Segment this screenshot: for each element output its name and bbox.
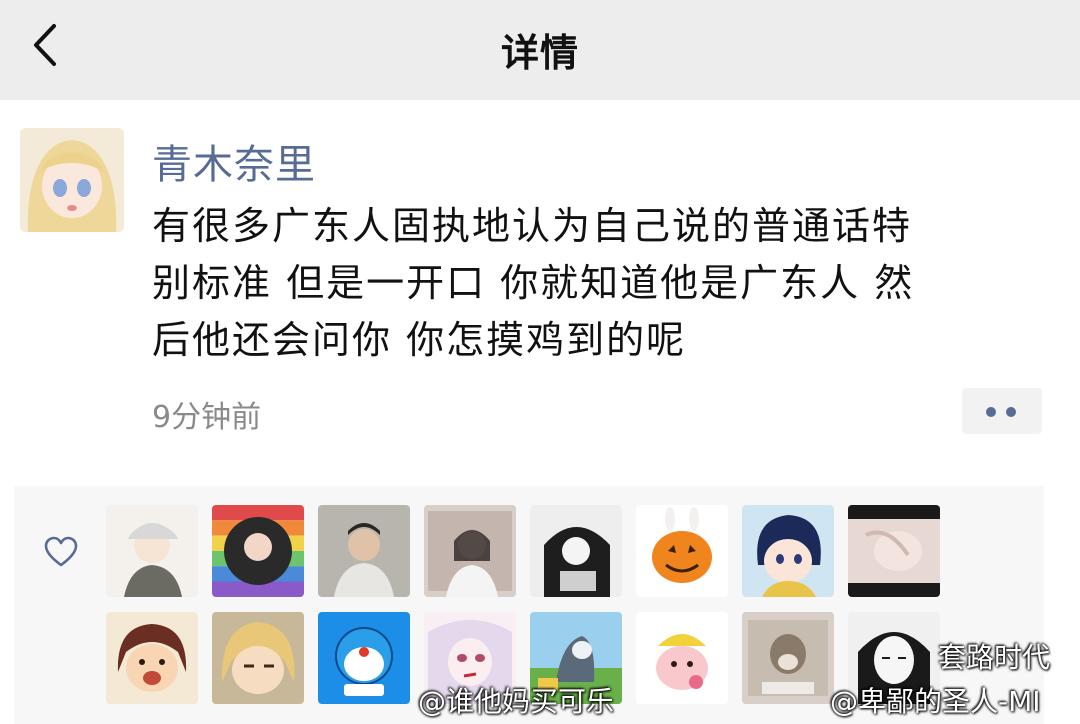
- liker-avatar[interactable]: [742, 612, 834, 704]
- liker-avatar[interactable]: [106, 612, 198, 704]
- watermark-brand: 套路时代: [938, 641, 1051, 674]
- heart-icon: [44, 536, 78, 567]
- watermark-right: @卑鄙的圣人-MI: [830, 685, 1041, 718]
- dot-icon: [986, 407, 996, 417]
- more-button[interactable]: [962, 388, 1042, 434]
- liker-avatar[interactable]: [318, 612, 410, 704]
- username[interactable]: 青木奈里: [152, 132, 316, 190]
- liker-avatar[interactable]: [636, 612, 728, 704]
- post-content-line: 后他还会问你 你怎摸鸡到的呢: [152, 318, 687, 362]
- page-title: 详情: [500, 31, 579, 75]
- liker-avatar[interactable]: [636, 505, 728, 597]
- liker-avatar[interactable]: [318, 505, 410, 597]
- liker-avatar[interactable]: [106, 505, 198, 597]
- liker-avatar[interactable]: [212, 612, 304, 704]
- nav-bar: 详情: [0, 0, 1080, 100]
- liker-avatar[interactable]: [742, 505, 834, 597]
- avatar[interactable]: [20, 128, 124, 232]
- watermark-left: @谁他妈买可乐: [418, 685, 615, 718]
- liker-avatar[interactable]: [848, 505, 940, 597]
- liker-avatar[interactable]: [212, 505, 304, 597]
- post-content-line: 别标准 但是一开口 你就知道他是广东人 然: [152, 261, 915, 305]
- post-timestamp: 9分钟前: [152, 400, 262, 435]
- post-content-line: 有很多广东人固执地认为自己说的普通话特: [152, 204, 913, 248]
- liker-avatar[interactable]: [530, 505, 622, 597]
- dot-icon: [1006, 407, 1016, 417]
- post-content: 有很多广东人固执地认为自己说的普通话特 别标准 但是一开口 你就知道他是广东人 …: [152, 198, 1042, 369]
- liker-avatar[interactable]: [424, 505, 516, 597]
